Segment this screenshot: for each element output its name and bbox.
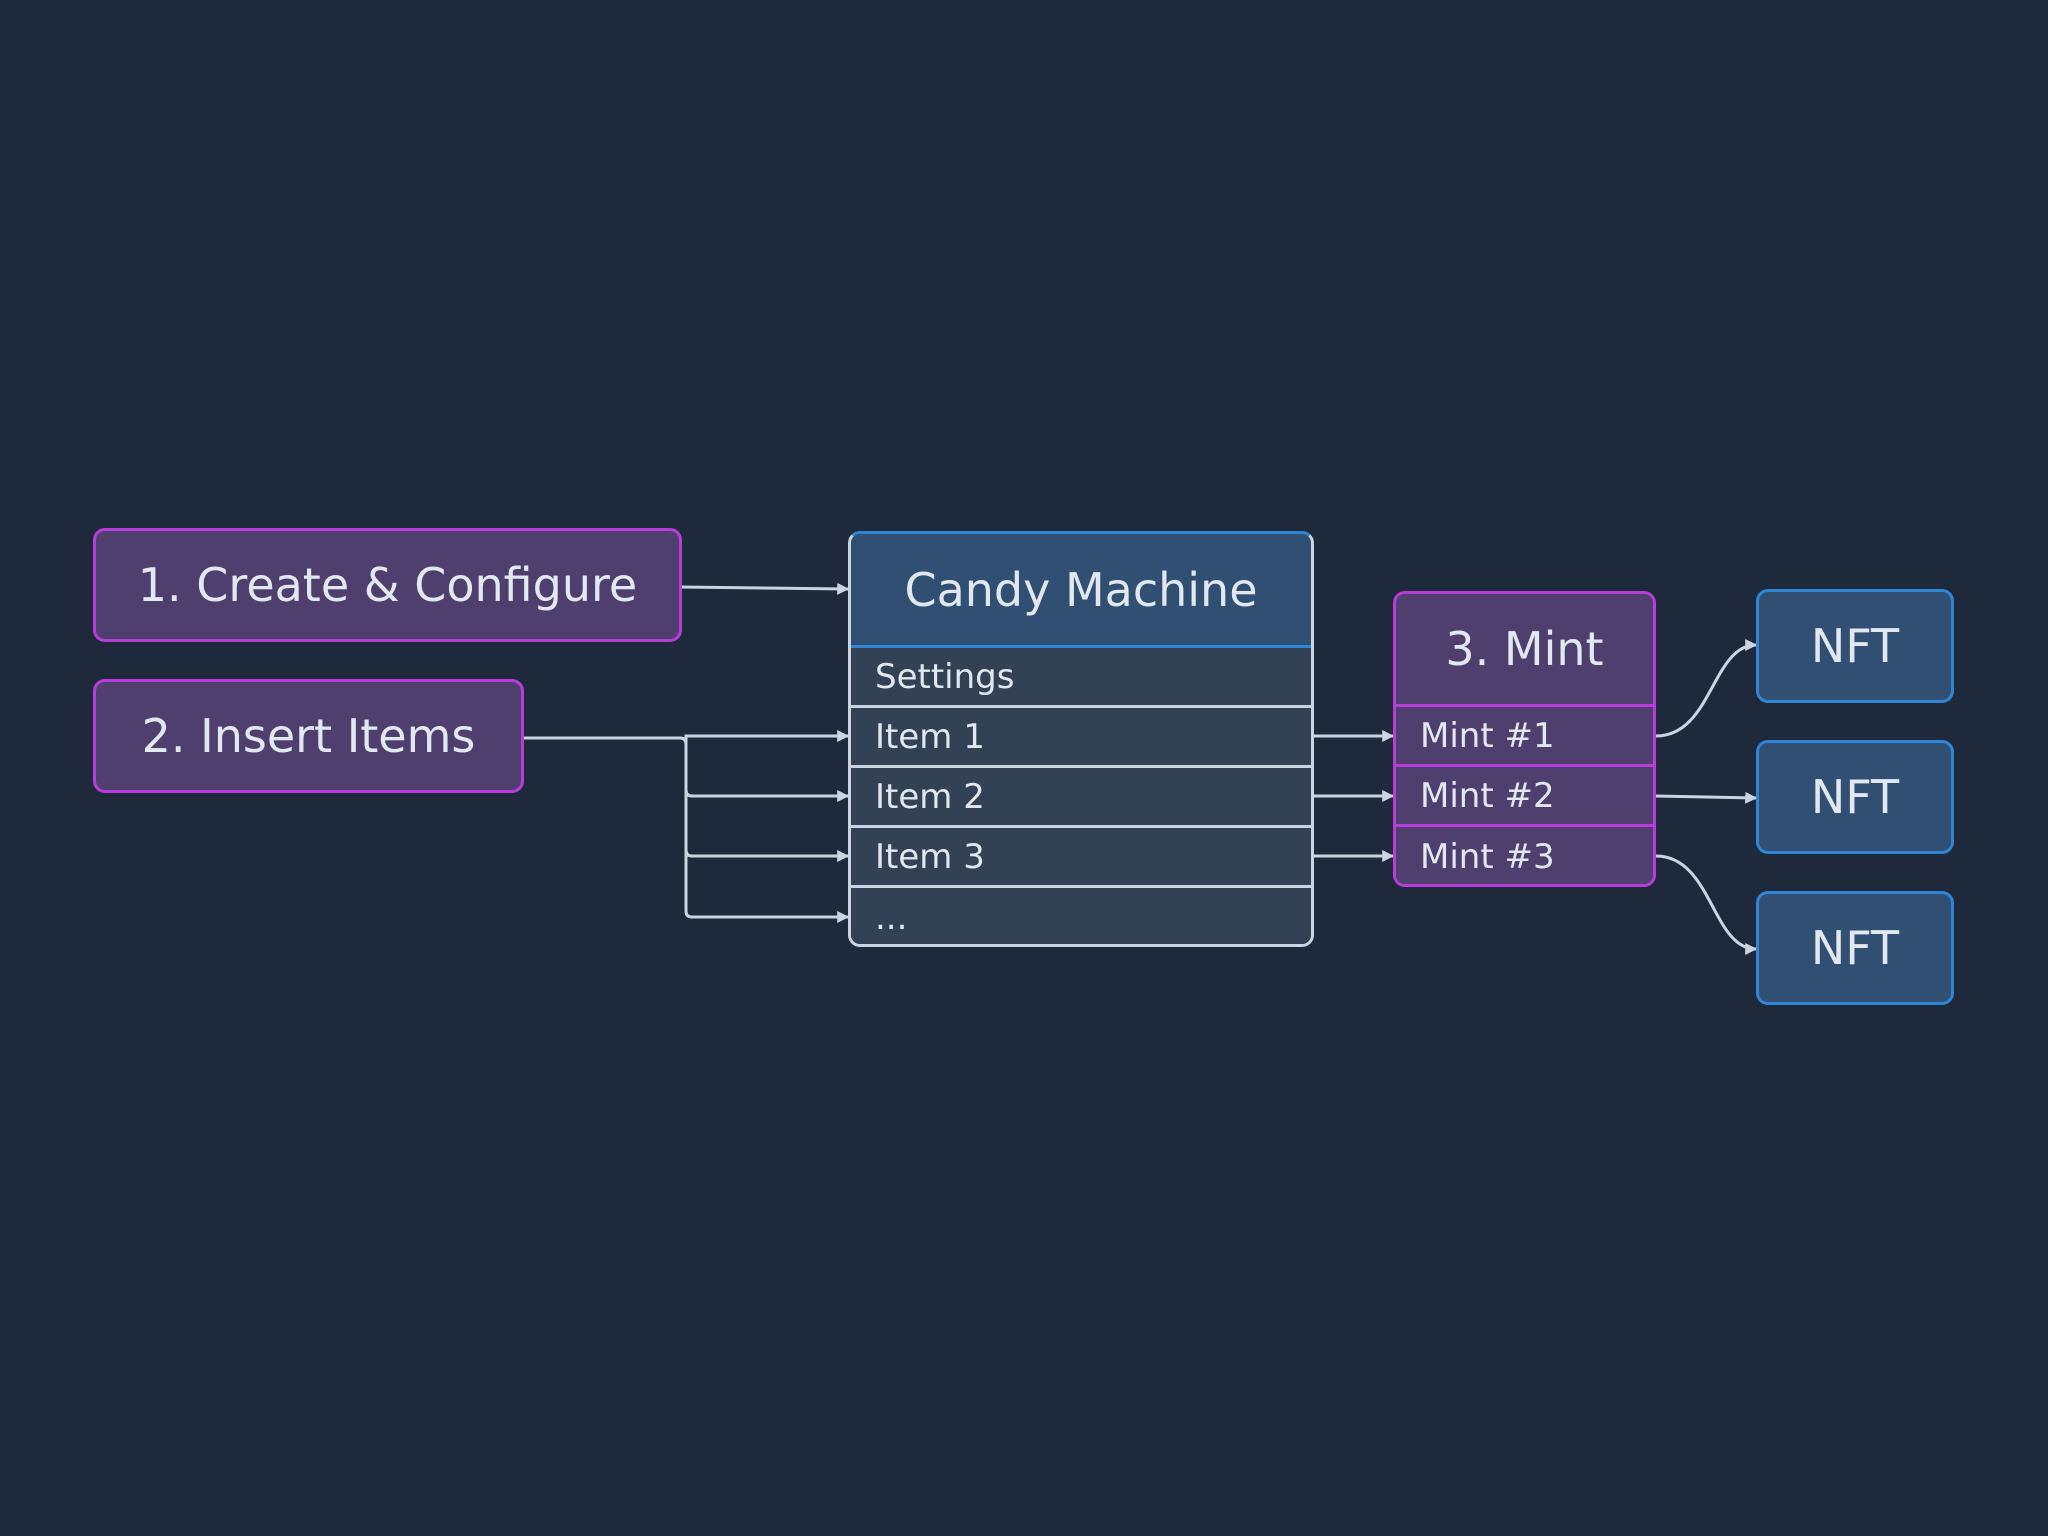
candy-machine-item-1-row: Item 1: [851, 708, 1311, 768]
candy-machine-settings-row: Settings: [851, 648, 1311, 708]
arrow-create-to-machine: [680, 582, 850, 595]
candy-machine-item-2-row: Item 2: [851, 768, 1311, 828]
candy-machine-table: Candy Machine Settings Item 1 Item 2 Ite…: [848, 531, 1314, 947]
mint-2-row: Mint #2: [1396, 767, 1653, 827]
mint-3-row: Mint #3: [1396, 827, 1653, 884]
arrow-insert-to-more: [684, 850, 850, 923]
mint-table: 3. Mint Mint #1 Mint #2 Mint #3: [1393, 591, 1656, 887]
arrow-insert-to-item-2: [679, 736, 850, 802]
nft-3-box: NFT: [1756, 891, 1954, 1005]
nft-2-box: NFT: [1756, 740, 1954, 854]
arrow-mint-2-to-nft-2: [1655, 791, 1758, 804]
step-insert-items-label: 2. Insert Items: [141, 709, 476, 763]
step-insert-items: 2. Insert Items: [93, 679, 524, 793]
arrow-mint-3-to-nft-3: [1655, 854, 1758, 955]
mint-1-row: Mint #1: [1396, 707, 1653, 767]
step-create-configure-label: 1. Create & Configure: [137, 558, 638, 612]
nft-2-label: NFT: [1810, 770, 1900, 824]
nft-1-box: NFT: [1756, 589, 1954, 703]
candy-machine-item-3-row: Item 3: [851, 828, 1311, 888]
nft-1-label: NFT: [1810, 619, 1900, 673]
nft-3-label: NFT: [1810, 921, 1900, 975]
step-create-configure: 1. Create & Configure: [93, 528, 682, 642]
candy-machine-more-row: ...: [851, 888, 1311, 944]
diagram-canvas: 1. Create & Configure 2. Insert Items Ca…: [0, 0, 2048, 1536]
arrow-insert-to-item-3: [684, 790, 850, 862]
step-mint-title: 3. Mint: [1396, 594, 1653, 707]
candy-machine-title: Candy Machine: [851, 534, 1311, 648]
arrow-mint-1-to-nft-1: [1655, 639, 1758, 738]
